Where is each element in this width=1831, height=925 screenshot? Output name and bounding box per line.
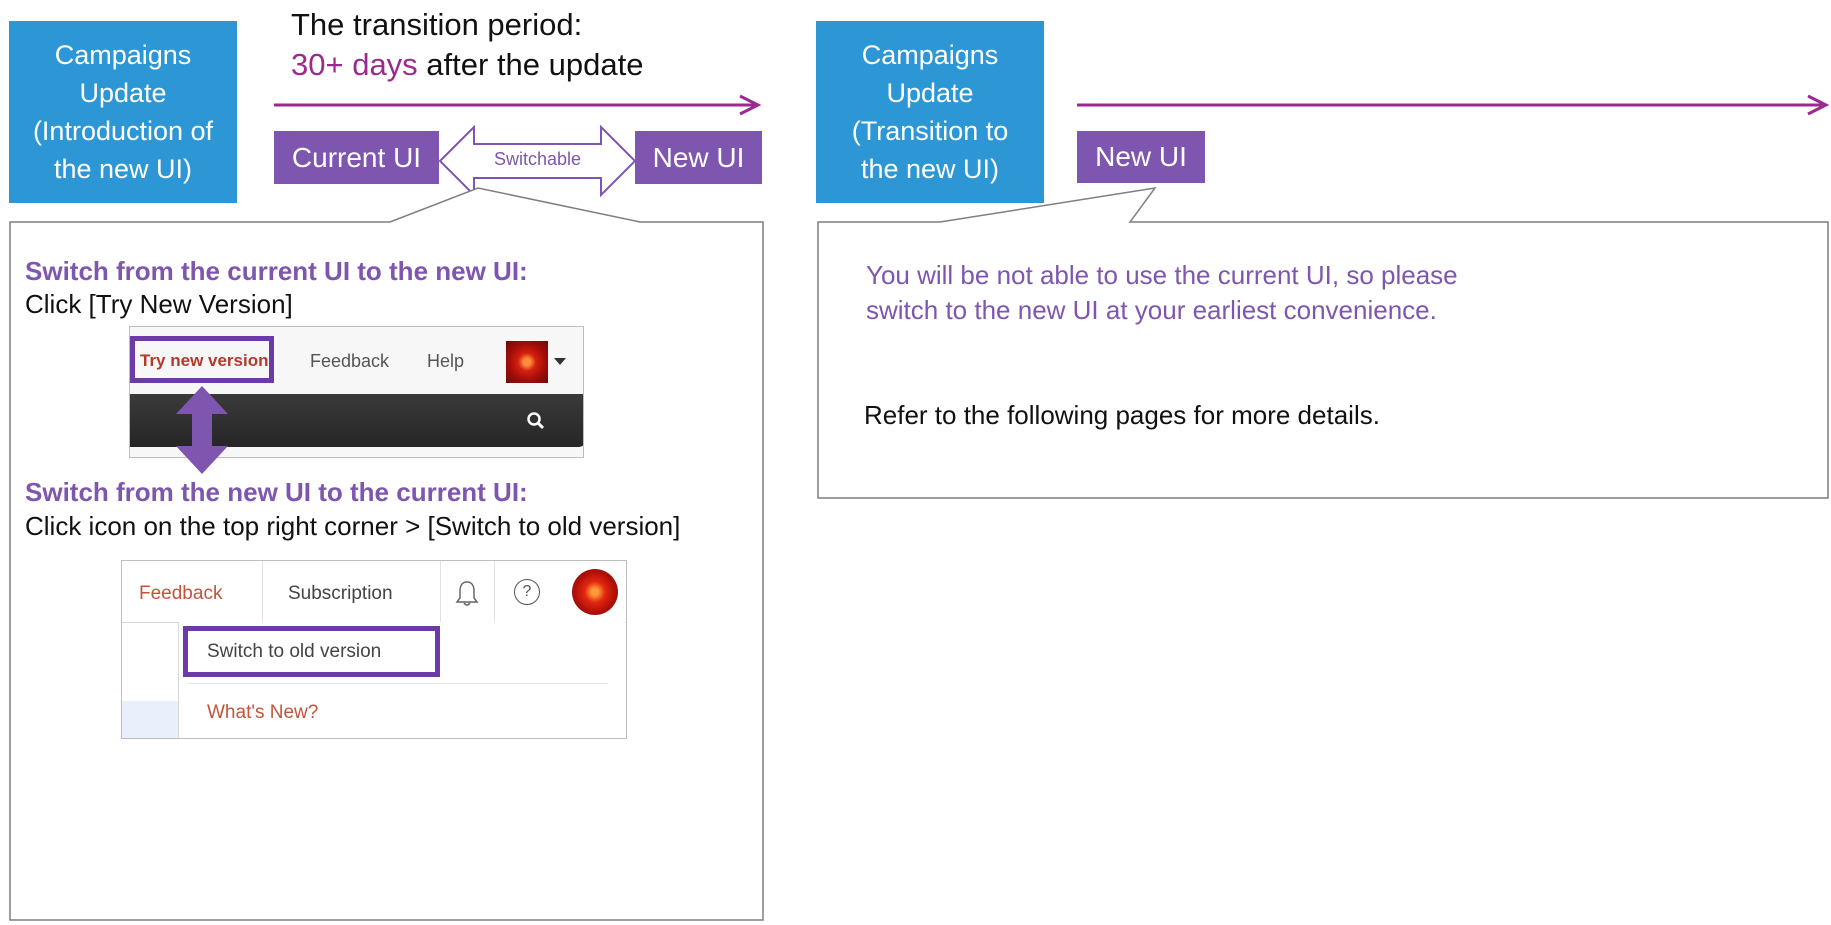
ss2-divider-1 <box>262 561 263 622</box>
ss2-feedback-link[interactable]: Feedback <box>139 583 222 605</box>
right-callout-outline <box>817 186 1829 499</box>
ss2-whats-new-item[interactable]: What's New? <box>207 702 318 724</box>
ss2-divider-3 <box>494 561 495 622</box>
ss1-feedback-link[interactable]: Feedback <box>310 351 389 372</box>
try-new-version-highlight <box>130 336 274 383</box>
heading-new-to-current: Switch from the new UI to the current UI… <box>25 477 528 507</box>
warning-message: You will be not able to use the current … <box>866 258 1458 328</box>
vertical-double-arrow <box>176 386 228 474</box>
switchable-label: Switchable <box>493 149 582 169</box>
ss1-help-link[interactable]: Help <box>427 351 464 372</box>
ss2-menu-divider <box>188 683 608 684</box>
transition-box-line-3: (Transition to <box>851 116 1009 146</box>
ss2-bell-icon[interactable] <box>454 579 480 607</box>
campaigns-update-transition-box: Campaigns Update (Transition to the new … <box>816 21 1044 203</box>
new-ui-label-left: New UI <box>652 141 745 173</box>
switch-old-version-highlight <box>183 626 440 677</box>
ss2-avatar-flower-icon[interactable] <box>572 569 618 615</box>
current-ui-label: Current UI <box>291 141 422 173</box>
new-ui-label-right: New UI <box>1095 141 1187 172</box>
timeline-arrow-right <box>1077 94 1830 116</box>
warning-line-2: switch to the new UI at your earliest co… <box>866 295 1437 325</box>
ss2-help-icon[interactable]: ? <box>514 579 540 605</box>
heading-current-to-new: Switch from the current UI to the new UI… <box>25 256 528 286</box>
transition-box-line-4: the new UI) <box>860 154 1000 184</box>
instruction-current-to-new: Click [Try New Version] <box>25 289 293 319</box>
ss2-subscription-link[interactable]: Subscription <box>288 583 393 605</box>
ss2-divider-2 <box>440 561 441 622</box>
ss1-avatar-flower-icon[interactable] <box>506 341 548 383</box>
new-ui-box-right: New UI <box>1077 131 1205 183</box>
timeline-arrow-left <box>274 94 762 116</box>
warning-line-1: You will be not able to use the current … <box>866 260 1458 290</box>
refer-pages-text: Refer to the following pages for more de… <box>864 400 1380 430</box>
ss1-chevron-down-icon[interactable] <box>554 358 566 365</box>
ss1-search-icon[interactable] <box>526 411 546 431</box>
ss2-left-gutter <box>122 701 178 738</box>
ss2-help-glyph: ? <box>522 583 532 600</box>
instruction-new-to-current: Click icon on the top right corner > [Sw… <box>25 511 681 541</box>
new-ui-box-left: New UI <box>635 131 762 184</box>
current-ui-box: Current UI <box>274 131 439 184</box>
transition-box-line-1: Campaigns <box>861 40 999 70</box>
transition-box-line-2: Update <box>886 78 974 108</box>
